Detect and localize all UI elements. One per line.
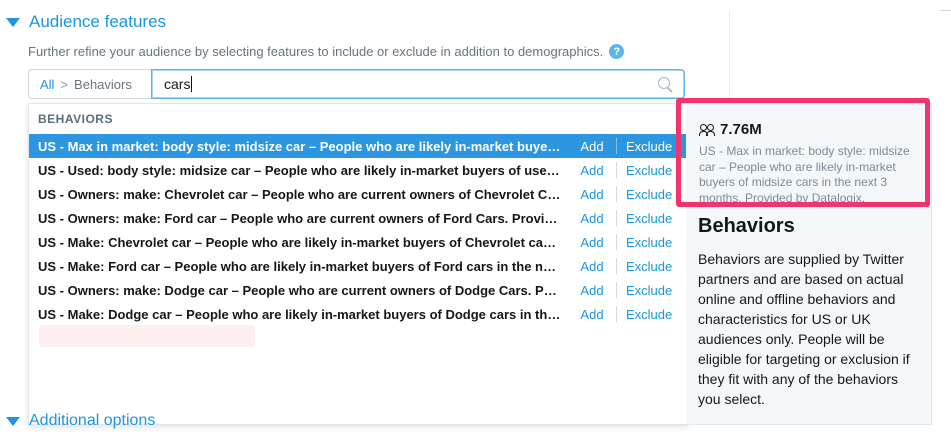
additional-options-toggle[interactable]: Additional options (6, 412, 155, 430)
divider (616, 258, 617, 274)
section-description: Further refine your audience by selectin… (28, 44, 625, 59)
divider (616, 234, 617, 250)
breadcrumb-current: Behaviors (74, 76, 132, 92)
result-row[interactable]: US - Owners: make: Dodge car – People wh… (29, 278, 688, 302)
add-button[interactable]: Add (572, 283, 612, 298)
result-row[interactable]: US - Make: Chevrolet car – People who ar… (29, 230, 688, 254)
result-row[interactable]: US - Owners: make: Ford car – People who… (29, 206, 688, 230)
info-body: Behaviors are supplied by Twitter partne… (698, 251, 910, 407)
exclude-button[interactable]: Exclude (626, 139, 672, 154)
exclude-button[interactable]: Exclude (626, 259, 672, 274)
result-label[interactable]: US - Make: Dodge car – People who are li… (29, 307, 561, 322)
result-label[interactable]: US - Max in market: body style: midsize … (29, 139, 561, 154)
results-category-header: BEHAVIORS (38, 112, 113, 126)
section-title: Audience features (29, 12, 167, 31)
search-icon (658, 77, 670, 89)
description-text: Further refine your audience by selectin… (28, 44, 604, 59)
add-button[interactable]: Add (572, 307, 612, 322)
info-title: Behaviors (698, 215, 795, 237)
result-label[interactable]: US - Owners: make: Chevrolet car – Peopl… (29, 187, 561, 202)
collapse-triangle-icon (6, 17, 20, 27)
exclude-button[interactable]: Exclude (626, 235, 672, 250)
result-label[interactable]: US - Make: Ford car – People who are lik… (29, 259, 561, 274)
result-label[interactable]: US - Make: Chevrolet car – People who ar… (29, 235, 561, 250)
divider (616, 138, 617, 154)
exclude-button[interactable]: Exclude (626, 187, 672, 202)
background-chip (39, 325, 255, 347)
add-button[interactable]: Add (572, 259, 612, 274)
result-row[interactable]: US - Make: Dodge car – People who are li… (29, 302, 688, 326)
section-title: Additional options (29, 412, 156, 429)
text-caret (191, 76, 193, 92)
search-input[interactable]: cars (151, 69, 685, 99)
divider (940, 10, 951, 11)
highlight-annotation-box (676, 98, 930, 207)
add-button[interactable]: Add (572, 163, 612, 178)
result-row[interactable]: US - Max in market: body style: midsize … (29, 134, 688, 158)
breadcrumb-separator: > (60, 76, 69, 92)
exclude-button[interactable]: Exclude (626, 307, 672, 322)
divider (616, 162, 617, 178)
exclude-button[interactable]: Exclude (626, 211, 672, 226)
result-row[interactable]: US - Used: body style: midsize car – Peo… (29, 158, 688, 182)
result-row[interactable]: US - Owners: make: Chevrolet car – Peopl… (29, 182, 688, 206)
divider (616, 210, 617, 226)
audience-features-toggle[interactable]: Audience features (6, 12, 166, 32)
add-button[interactable]: Add (572, 187, 612, 202)
result-label[interactable]: US - Owners: make: Dodge car – People wh… (29, 283, 561, 298)
divider (616, 306, 617, 322)
add-button[interactable]: Add (572, 211, 612, 226)
search-input-value: cars (164, 76, 191, 92)
result-label[interactable]: US - Used: body style: midsize car – Peo… (29, 163, 561, 178)
result-label[interactable]: US - Owners: make: Ford car – People who… (29, 211, 561, 226)
exclude-button[interactable]: Exclude (626, 283, 672, 298)
breadcrumb: All > Behaviors (28, 69, 151, 99)
collapse-triangle-icon (6, 416, 20, 426)
exclude-button[interactable]: Exclude (626, 163, 672, 178)
help-icon[interactable]: ? (609, 44, 625, 59)
add-button[interactable]: Add (572, 139, 612, 154)
add-button[interactable]: Add (572, 235, 612, 250)
feature-search: All > Behaviors cars (28, 69, 685, 99)
search-results-dropdown: BEHAVIORS US - Max in market: body style… (28, 103, 689, 425)
divider (616, 282, 617, 298)
divider (729, 10, 730, 105)
breadcrumb-all-link[interactable]: All (40, 77, 54, 92)
result-row[interactable]: US - Make: Ford car – People who are lik… (29, 254, 688, 278)
results-list: US - Max in market: body style: midsize … (29, 134, 688, 326)
divider (616, 186, 617, 202)
